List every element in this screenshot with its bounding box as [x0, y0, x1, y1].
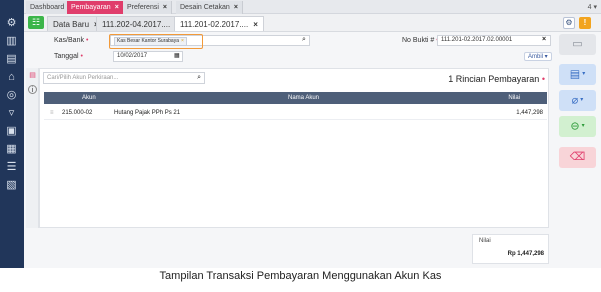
- building-icon[interactable]: ▥: [4, 34, 19, 49]
- total-label: Nilai: [479, 238, 491, 244]
- report-icon[interactable]: ▧: [4, 178, 19, 193]
- tab-label: 111.201-02.2017....: [180, 20, 249, 29]
- tab-desain-cetakan[interactable]: Desain Cetakan ×: [176, 1, 243, 14]
- tab-label: Dashboard: [30, 4, 65, 11]
- close-icon[interactable]: ×: [163, 4, 167, 11]
- search-placeholder: Cari/Pilih Akun Perkiraan...: [47, 75, 119, 81]
- tab-document-1[interactable]: 111.202-04.2017....×: [96, 16, 186, 31]
- tab-label: Pembayaran: [71, 4, 111, 11]
- trash-icon: ⌫: [569, 151, 586, 163]
- cart-icon[interactable]: ▿: [4, 106, 19, 121]
- clear-icon[interactable]: ×: [542, 36, 546, 43]
- search-icon[interactable]: ⌕: [197, 73, 201, 83]
- detail-panel: Cari/Pilih Akun Perkiraan... ⌕ 1 Rincian…: [39, 68, 549, 228]
- tab-count: 4: [587, 4, 592, 11]
- factory-icon[interactable]: ▦: [4, 142, 19, 157]
- tab-preferensi[interactable]: Preferensi ×: [123, 1, 172, 14]
- attachment-menu-button[interactable]: ⌀ ▾: [559, 90, 596, 111]
- tanggal-value: 10/02/2017: [117, 53, 148, 59]
- app-window: ⚙ ▥ ▤ ⌂ ◎ ▿ ▣ ▦ ☰ ▧ Dashboard Pembayaran…: [0, 0, 601, 268]
- no-bukti-value: 111.201-02.2017.02.00001: [441, 37, 513, 43]
- tab-document-2[interactable]: 111.201-02.2017.... ×: [174, 16, 264, 31]
- header-form: Kas/Bank • Kas Besar Kantor Surabaya × ⌕ T…: [24, 32, 556, 66]
- status-menu-button[interactable]: ⊖ ▾: [559, 116, 596, 137]
- info-icon[interactable]: i: [28, 85, 37, 94]
- close-icon[interactable]: ×: [115, 4, 119, 11]
- total-box: Nilai Rp 1,447,298: [472, 234, 549, 264]
- cell-nama-akun: Hutang Pajak PPh Ps 21: [114, 110, 181, 116]
- column-header-nama-akun: Nama Akun: [288, 95, 320, 101]
- document-icon: ▤: [569, 68, 581, 81]
- alert-icon[interactable]: !: [579, 17, 591, 29]
- delete-button[interactable]: ⌫: [559, 147, 596, 168]
- tab-pembayaran[interactable]: Pembayaran ×: [67, 1, 124, 14]
- close-icon[interactable]: ×: [253, 20, 258, 29]
- ambil-label: Ambil: [528, 54, 544, 60]
- minus-circle-icon: ⊖: [570, 120, 580, 133]
- document-tab-bar: ☷ Data Baru × 111.202-04.2017....× 111.20…: [24, 14, 601, 32]
- calculator-icon[interactable]: ▤: [4, 52, 19, 67]
- kas-bank-label: Kas/Bank •: [54, 37, 89, 44]
- total-value: Rp 1,447,298: [507, 251, 544, 257]
- calendar-icon[interactable]: ▦: [174, 52, 180, 59]
- cell-nilai: 1,447,298: [516, 110, 543, 116]
- menu-list-icon[interactable]: ☷: [28, 16, 44, 29]
- close-icon[interactable]: ×: [234, 4, 238, 11]
- row-handle-icon[interactable]: ≡: [50, 106, 54, 120]
- truck-icon[interactable]: ▣: [4, 124, 19, 139]
- save-button[interactable]: ▭: [559, 34, 596, 55]
- column-header-akun: Akun: [82, 95, 96, 101]
- grid-header: Akun Nama Akun Nilai: [44, 92, 547, 104]
- document-icon[interactable]: ▤: [28, 71, 37, 80]
- gear-icon[interactable]: ⚙: [563, 17, 575, 29]
- column-header-nilai: Nilai: [508, 95, 520, 101]
- cell-akun: 215.000-02: [62, 110, 93, 116]
- ambil-button[interactable]: Ambil ▾: [524, 52, 552, 61]
- detail-title: 1 Rincian Pembayaran •: [448, 74, 545, 84]
- search-icon[interactable]: ⌕: [302, 36, 306, 44]
- tanggal-label: Tanggal •: [54, 53, 83, 60]
- tab-overflow-menu[interactable]: 4 ▾: [588, 1, 597, 14]
- tab-label: Desain Cetakan: [180, 4, 230, 11]
- account-search-input[interactable]: Cari/Pilih Akun Perkiraan... ⌕: [43, 72, 205, 84]
- tab-label: Preferensi: [127, 4, 159, 11]
- save-icon: ▭: [572, 38, 583, 50]
- paperclip-icon: ⌀: [571, 94, 579, 107]
- no-bukti-field[interactable]: 111.201-02.2017.02.00001: [437, 35, 551, 46]
- tab-label: Data Baru: [53, 20, 90, 29]
- figure-caption: Tampilan Transaksi Pembayaran Menggunaka…: [159, 270, 442, 282]
- gear-icon[interactable]: ⚙: [4, 16, 19, 31]
- top-tab-bar: Dashboard Pembayaran × Preferensi × Desain…: [24, 0, 601, 14]
- no-bukti-label: No Bukti #•: [402, 37, 439, 44]
- bank-icon[interactable]: ⌂: [4, 70, 19, 85]
- table-row[interactable]: ≡ 215.000-02 Hutang Pajak PPh Ps 21 1,44…: [44, 106, 547, 120]
- list-icon[interactable]: ☰: [4, 160, 19, 175]
- left-sidebar: ⚙ ▥ ▤ ⌂ ◎ ▿ ▣ ▦ ☰ ▧: [0, 0, 24, 268]
- detail-side-tabs: ▤ i: [26, 68, 39, 228]
- highlight-box: [109, 34, 203, 49]
- tanggal-field[interactable]: 10/02/2017: [113, 51, 183, 62]
- tab-dashboard[interactable]: Dashboard: [26, 1, 70, 14]
- coins-icon[interactable]: ◎: [4, 88, 19, 103]
- tab-label: 111.202-04.2017....: [102, 20, 171, 29]
- document-menu-button[interactable]: ▤ ▾: [559, 64, 596, 85]
